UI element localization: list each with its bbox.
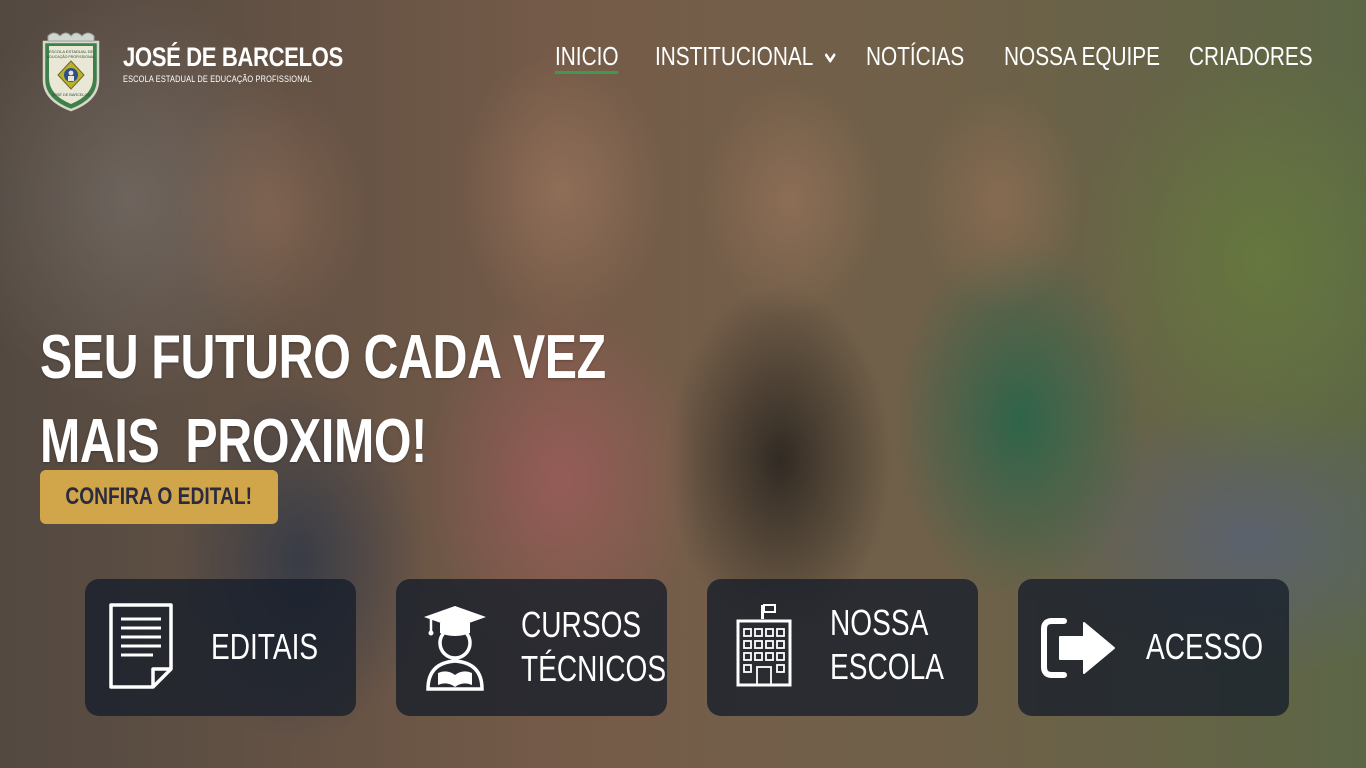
- card-label: CURSOS TÉCNICOS: [521, 604, 667, 689]
- document-icon: [109, 603, 173, 689]
- logo-text-line3: JOSÉ DE BARCELOS: [52, 92, 90, 97]
- sign-in-icon: [1041, 618, 1115, 678]
- nav-item-noticias[interactable]: NOTÍCIAS: [866, 40, 964, 72]
- nav-item-nossa-equipe[interactable]: NOSSA EQUIPE: [1004, 40, 1160, 72]
- nav-item-institucional[interactable]: INSTITUCIONAL: [655, 40, 836, 72]
- card-editais[interactable]: EDITAIS: [85, 579, 356, 716]
- confira-edital-button[interactable]: CONFIRA O EDITAL!: [40, 470, 278, 524]
- graduate-icon: [424, 606, 486, 691]
- nav-item-label: NOTÍCIAS: [866, 41, 965, 71]
- nav-item-label: INICIO: [555, 41, 619, 71]
- nav-item-criadores[interactable]: CRIADORES: [1189, 40, 1313, 72]
- hero-headline: SEU FUTURO CADA VEZ MAIS PROXIMO!: [40, 323, 606, 477]
- nav-item-label: CRIADORES: [1189, 41, 1313, 71]
- card-cursos-tecnicos[interactable]: CURSOS TÉCNICOS: [396, 579, 667, 716]
- nav-item-label: NOSSA EQUIPE: [1004, 41, 1161, 71]
- nav-item-inicio[interactable]: INICIO: [555, 40, 619, 74]
- card-nossa-escola[interactable]: NOSSA ESCOLA: [707, 579, 978, 716]
- card-acesso[interactable]: ACESSO: [1018, 579, 1289, 716]
- site-header: ESCOLA ESTADUAL DE EDUCAÇÃO PROFISSIONAL…: [0, 0, 1366, 112]
- card-label: ACESSO: [1146, 626, 1264, 667]
- nav-item-label: INSTITUCIONAL: [655, 41, 813, 71]
- card-label: EDITAIS: [211, 626, 319, 667]
- building-icon: [736, 604, 792, 687]
- cta-label: CONFIRA O EDITAL!: [65, 483, 253, 510]
- chevron-down-icon: [825, 53, 836, 63]
- card-label: NOSSA ESCOLA: [830, 602, 944, 687]
- main-nav: INICIO INSTITUCIONAL NOTÍCIAS NOSSA EQUI…: [0, 40, 1366, 76]
